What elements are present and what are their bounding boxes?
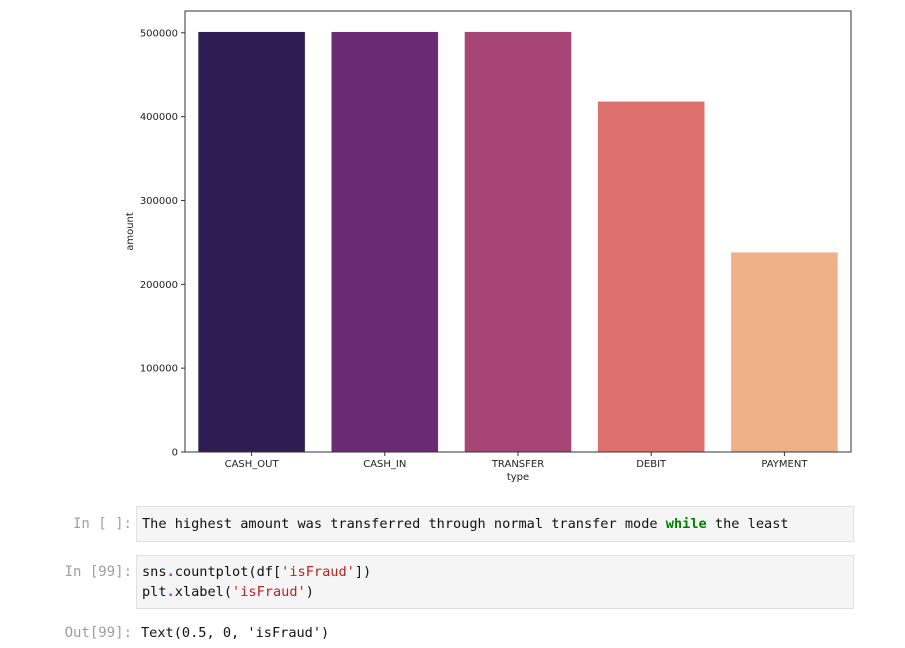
output-prompt: Out[99]: [64, 625, 132, 641]
bar-debit [597, 101, 705, 452]
code-operator: . [166, 584, 175, 600]
cell-prompt: In [99]: [64, 564, 132, 580]
bar-chart: 0 100000 200000 300000 400000 500000 CASH_OUT C… [0, 0, 905, 500]
cell-markdown[interactable]: In [ ]: The highest amount was transferr… [0, 506, 905, 542]
y-tick-label: 300000 [140, 196, 178, 207]
y-tick-label: 400000 [140, 112, 178, 123]
code-token: plt [142, 584, 167, 600]
bar-transfer [464, 31, 572, 452]
y-tick-label: 500000 [140, 28, 178, 39]
code-input[interactable]: sns.countplot(df['isFraud']) plt.xlabel('… [136, 555, 854, 609]
code-token: xlabel( [174, 584, 233, 600]
bar-cash-out [198, 31, 305, 452]
x-tick-label: CASH_IN [363, 459, 406, 470]
output-text: Text(0.5, 0, 'isFraud') [141, 625, 330, 641]
markdown-text-after: the least [706, 516, 789, 532]
code-string: 'isFraud' [232, 584, 306, 600]
x-tick-label: PAYMENT [761, 459, 808, 470]
code-line-2: plt.xlabel('isFraud') [142, 582, 848, 602]
cell-prompt: In [ ]: [72, 516, 132, 532]
bar-payment [731, 252, 838, 452]
x-tick-label: DEBIT [636, 459, 667, 470]
cell-output-99: Out[99]: Text(0.5, 0, 'isFraud') [0, 622, 905, 644]
code-token: sns [142, 564, 167, 580]
bar-cash-in [331, 31, 439, 452]
code-token: ]) [354, 564, 372, 580]
x-tick-label: CASH_OUT [225, 459, 280, 470]
markdown-keyword: while [665, 516, 707, 532]
y-tick-label: 100000 [140, 364, 178, 375]
x-axis-label: type [507, 472, 529, 483]
code-operator: . [166, 564, 175, 580]
chart-svg: 0 100000 200000 300000 400000 500000 CASH_OUT C… [125, 10, 852, 483]
code-string: 'isFraud' [281, 564, 355, 580]
code-line-1: sns.countplot(df['isFraud']) [142, 562, 848, 582]
y-tick-label: 0 [172, 448, 178, 459]
x-tick-label: TRANSFER [491, 459, 544, 470]
cell-input[interactable]: The highest amount was transferred throu… [136, 506, 854, 542]
cell-code-99[interactable]: In [99]: sns.countplot(df['isFraud']) plt… [0, 555, 905, 609]
code-token: ) [305, 584, 314, 600]
markdown-text-before: The highest amount was transferred throu… [142, 516, 666, 532]
y-tick-label: 200000 [140, 280, 178, 291]
y-axis-label: amount [125, 212, 136, 251]
code-token: countplot(df[ [174, 564, 282, 580]
